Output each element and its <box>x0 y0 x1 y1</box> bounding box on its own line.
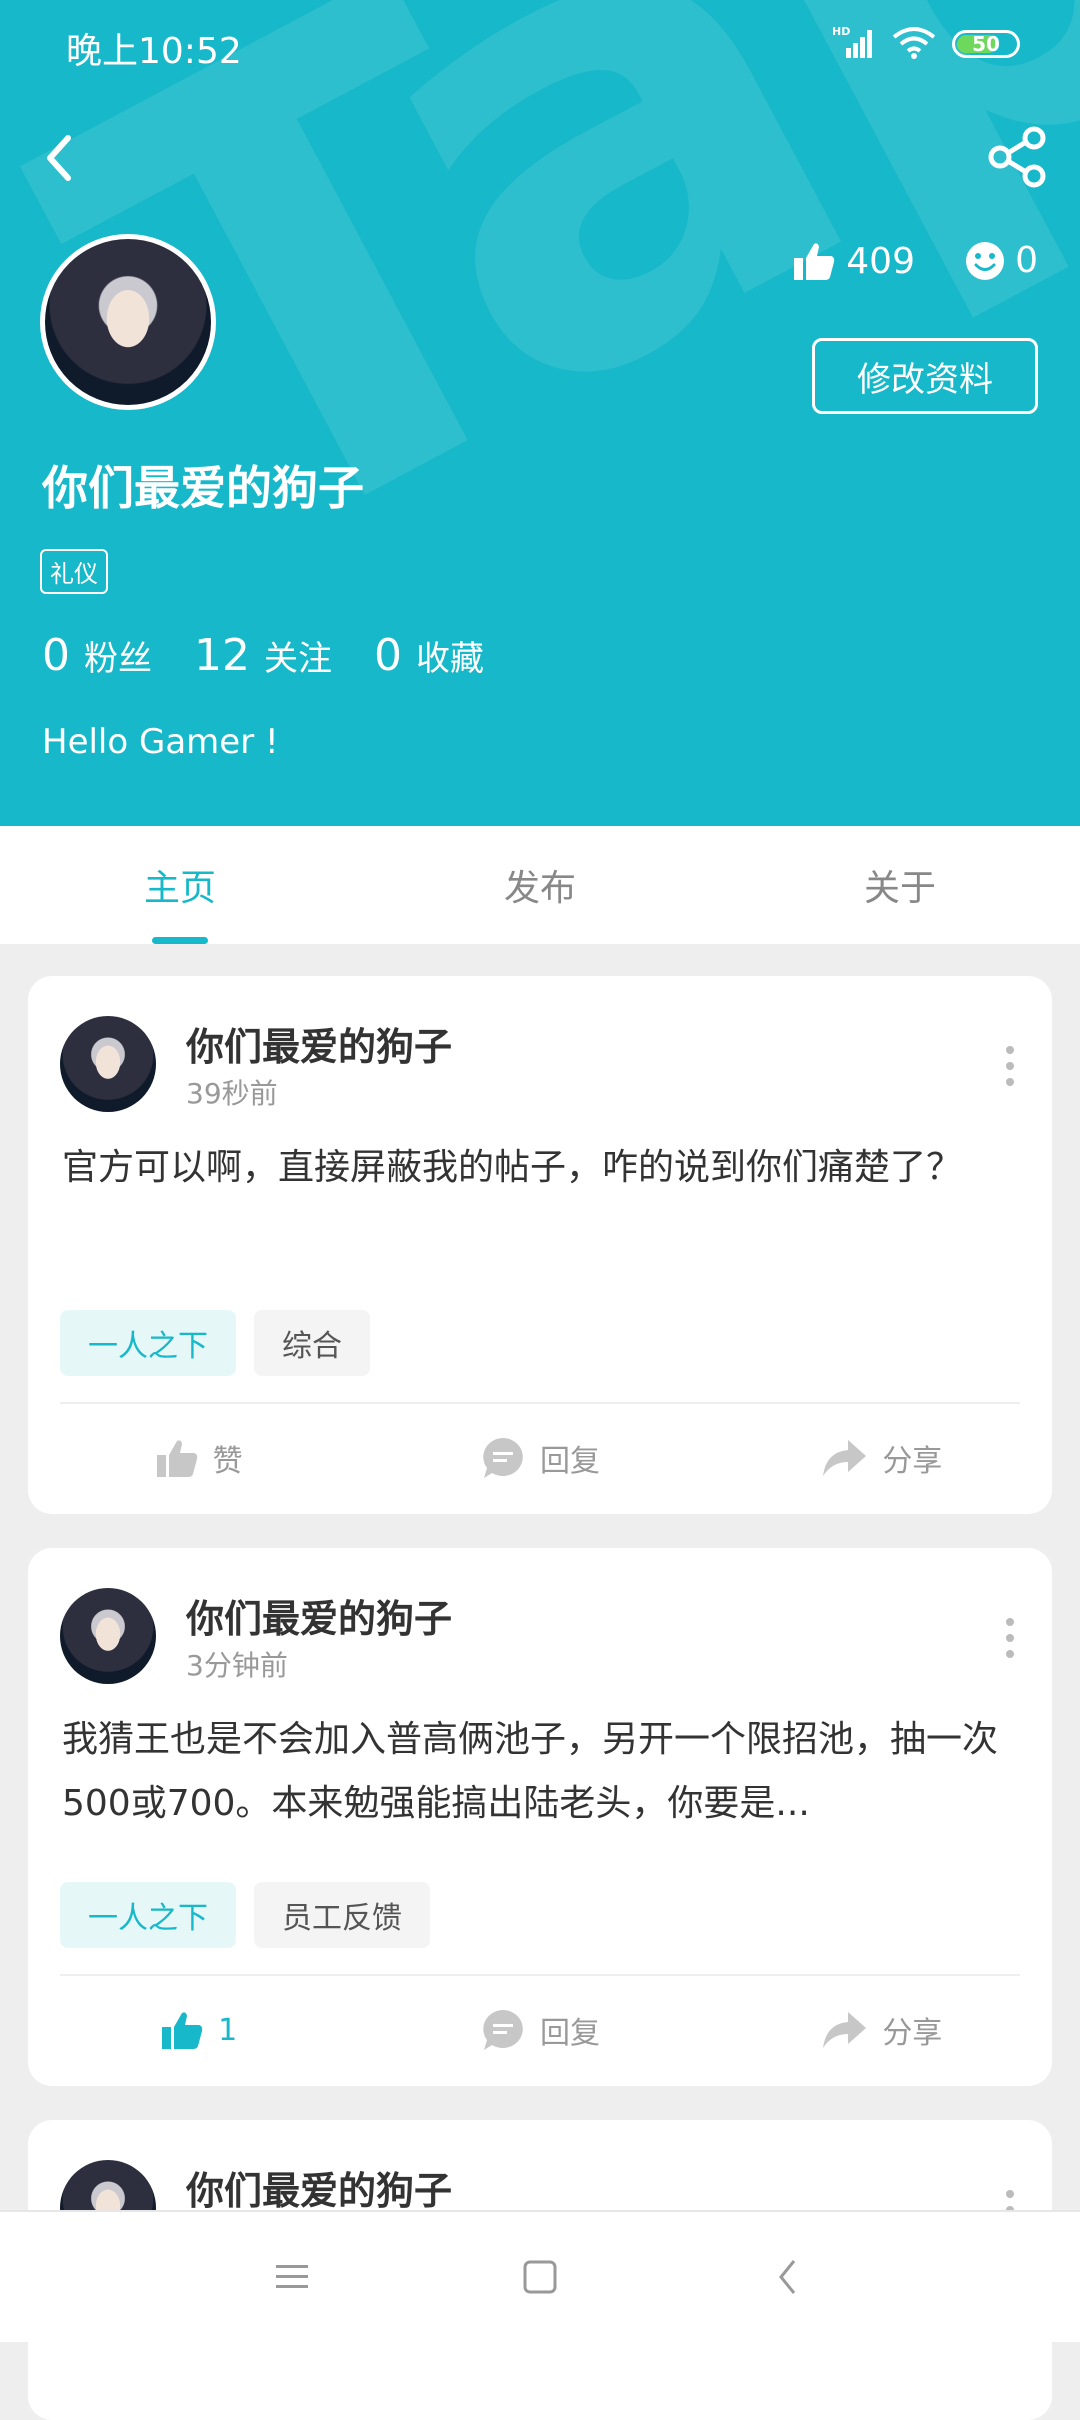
tab-home[interactable]: 主页 <box>0 826 360 944</box>
back-chevron-icon <box>779 2260 796 2294</box>
comment-icon <box>483 1438 523 1478</box>
more-vertical-icon <box>1006 1618 1014 1658</box>
post-text[interactable]: 官方可以啊，直接屏蔽我的帖子，咋的说到你们痛楚了？ <box>62 1136 1022 1200</box>
battery-level: 50 <box>972 32 1000 56</box>
favorites-label: 收藏 <box>416 639 484 679</box>
share-post-button[interactable]: 分享 <box>711 1982 1052 2078</box>
more-vertical-icon <box>1006 1046 1014 1086</box>
likes-count: 409 <box>846 240 915 282</box>
like-count: 1 <box>218 2012 238 2048</box>
profile-header: TapTap 晚上10:52 HD 50 <box>0 0 1080 826</box>
profile-tabs: 主页 发布 关于 <box>0 826 1080 944</box>
divider <box>60 1974 1020 1976</box>
home-button[interactable] <box>516 2253 564 2301</box>
profile-stats: 0 粉丝 12 关注 0 收藏 <box>42 630 484 681</box>
post-tag[interactable]: 综合 <box>254 1310 370 1376</box>
profile-bio: Hello Gamer ! <box>42 722 279 762</box>
share-icon <box>988 126 1046 188</box>
edit-profile-button[interactable]: 修改资料 <box>812 338 1038 414</box>
following-count: 12 <box>194 630 250 681</box>
more-options-button[interactable] <box>1004 1614 1016 1662</box>
tab-posts[interactable]: 发布 <box>360 826 720 944</box>
smile-icon <box>966 241 1005 280</box>
post-tag[interactable]: 一人之下 <box>60 1310 236 1376</box>
post-tag[interactable]: 员工反馈 <box>254 1882 430 1948</box>
post-tags: 一人之下 员工反馈 <box>60 1882 430 1948</box>
thumbs-up-icon <box>794 243 835 280</box>
post-author-name[interactable]: 你们最爱的狗子 <box>186 1588 452 1643</box>
home-square-icon <box>523 2260 557 2294</box>
reply-button[interactable]: 回复 <box>369 1982 710 2078</box>
post-author-name[interactable]: 你们最爱的狗子 <box>186 2160 452 2215</box>
profile-avatar[interactable] <box>40 234 216 410</box>
more-options-button[interactable] <box>1004 1042 1016 1090</box>
followers-stat[interactable]: 0 粉丝 <box>42 630 152 681</box>
favorites-stat[interactable]: 0 收藏 <box>374 630 484 681</box>
forward-icon <box>823 1440 867 1476</box>
status-time: 晚上10:52 <box>66 31 242 72</box>
post-tag[interactable]: 一人之下 <box>60 1882 236 1948</box>
post-actions: 赞 回复 分享 <box>28 1410 1052 1506</box>
svg-text:HD: HD <box>832 25 850 38</box>
thumbs-up-icon <box>156 1440 197 1477</box>
system-nav-bar <box>0 2210 1080 2342</box>
likes-stat: 409 <box>792 240 915 282</box>
favorites-count: 0 <box>374 630 402 681</box>
wifi-icon <box>892 25 936 63</box>
comment-icon <box>483 2010 523 2050</box>
following-stat[interactable]: 12 关注 <box>194 630 332 681</box>
smiles-count: 0 <box>1015 240 1038 281</box>
post-text[interactable]: 我猜王也是不会加入普高俩池子，另开一个限招池，抽一次500或700。本来勉强能搞… <box>62 1708 1022 1836</box>
status-icons: HD 50 <box>832 24 1020 64</box>
post-time: 3分钟前 <box>186 1649 288 1682</box>
followers-count: 0 <box>42 630 70 681</box>
post-author-name[interactable]: 你们最爱的狗子 <box>186 1016 452 1071</box>
battery-icon: 50 <box>952 30 1020 58</box>
menu-button[interactable] <box>268 2253 316 2301</box>
post-card[interactable]: 你们最爱的狗子 3分钟前 我猜王也是不会加入普高俩池子，另开一个限招池，抽一次5… <box>28 1548 1052 2086</box>
share-post-button[interactable]: 分享 <box>711 1410 1052 1506</box>
share-label: 分享 <box>882 1444 943 1479</box>
share-label: 分享 <box>882 2016 943 2051</box>
forward-icon <box>823 2012 867 2048</box>
system-back-button[interactable] <box>764 2253 812 2301</box>
back-button[interactable] <box>40 128 80 188</box>
tab-about[interactable]: 关于 <box>720 826 1080 944</box>
smiles-stat: 0 <box>965 240 1038 281</box>
like-button[interactable]: 赞 <box>28 1410 369 1506</box>
signal-icon: HD <box>832 24 876 64</box>
like-button[interactable]: 1 <box>28 1982 369 2078</box>
following-label: 关注 <box>264 639 332 679</box>
post-time: 39秒前 <box>186 1077 278 1110</box>
followers-label: 粉丝 <box>84 639 152 679</box>
divider <box>60 1402 1020 1404</box>
share-button[interactable] <box>984 124 1050 190</box>
user-badge[interactable]: 礼仪 <box>40 549 108 594</box>
like-label: 赞 <box>212 1444 243 1479</box>
post-tags: 一人之下 综合 <box>60 1310 370 1376</box>
thumbs-up-icon <box>162 2012 203 2049</box>
post-card[interactable]: 你们最爱的狗子 39秒前 官方可以啊，直接屏蔽我的帖子，咋的说到你们痛楚了？ 一… <box>28 976 1052 1514</box>
reply-button[interactable]: 回复 <box>369 1410 710 1506</box>
profile-username: 你们最爱的狗子 <box>42 461 364 515</box>
menu-icon <box>276 2265 308 2288</box>
back-arrow-icon <box>47 135 71 181</box>
reply-label: 回复 <box>539 2016 600 2051</box>
post-author-avatar[interactable] <box>60 1016 156 1112</box>
reply-label: 回复 <box>539 1444 600 1479</box>
post-author-avatar[interactable] <box>60 1588 156 1684</box>
post-actions: 1 回复 分享 <box>28 1982 1052 2078</box>
